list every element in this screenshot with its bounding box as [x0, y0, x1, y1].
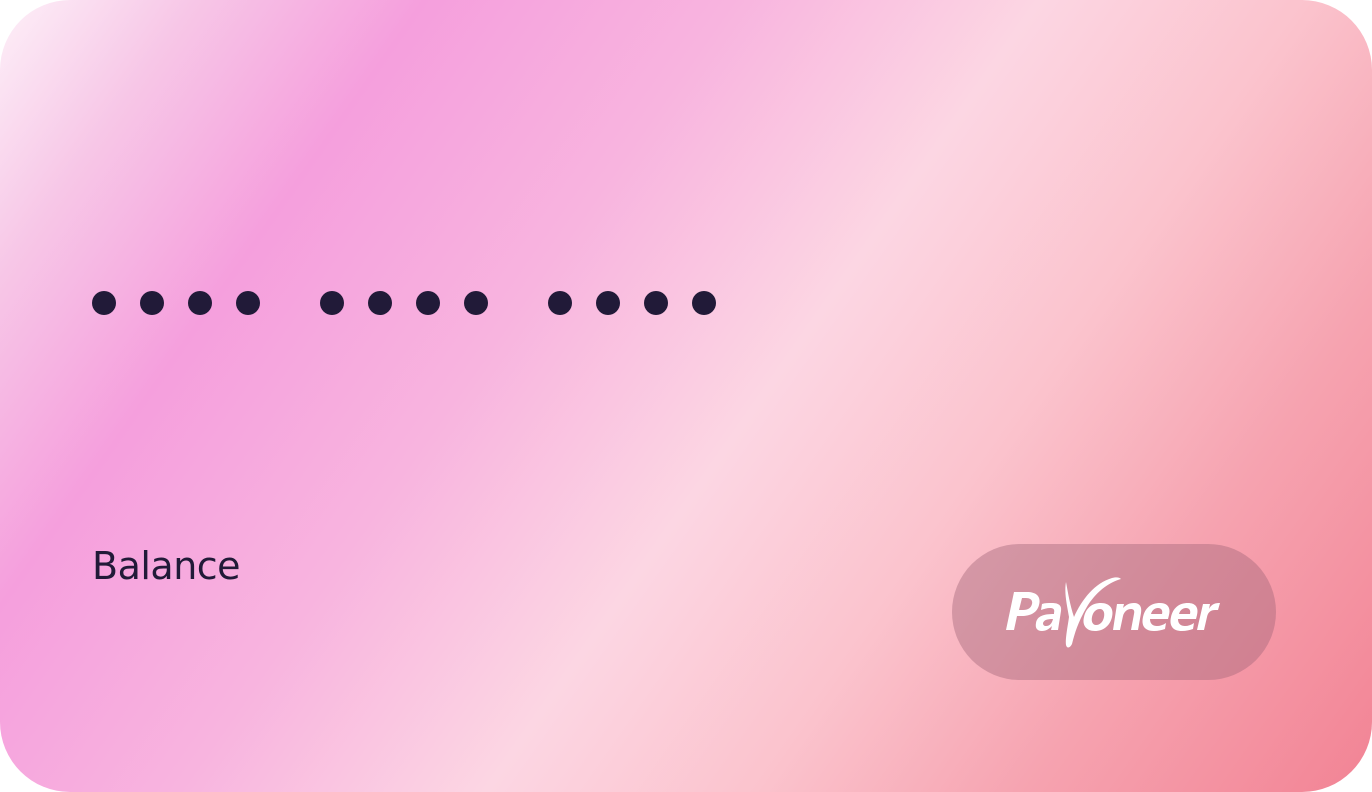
mask-dot [92, 291, 116, 315]
mask-dot [692, 291, 716, 315]
masked-card-number [92, 291, 716, 315]
mask-dot [596, 291, 620, 315]
payoneer-logo-icon [1000, 575, 1224, 651]
mask-dot [416, 291, 440, 315]
mask-dot [236, 291, 260, 315]
payment-card[interactable]: Balance [0, 0, 1372, 792]
balance-label: Balance [92, 544, 241, 588]
card-number-group [92, 291, 260, 315]
card-number-group [548, 291, 716, 315]
mask-dot [464, 291, 488, 315]
mask-dot [188, 291, 212, 315]
mask-dot [140, 291, 164, 315]
card-number-group [320, 291, 488, 315]
mask-dot [368, 291, 392, 315]
mask-dot [644, 291, 668, 315]
mask-dot [320, 291, 344, 315]
mask-dot [548, 291, 572, 315]
